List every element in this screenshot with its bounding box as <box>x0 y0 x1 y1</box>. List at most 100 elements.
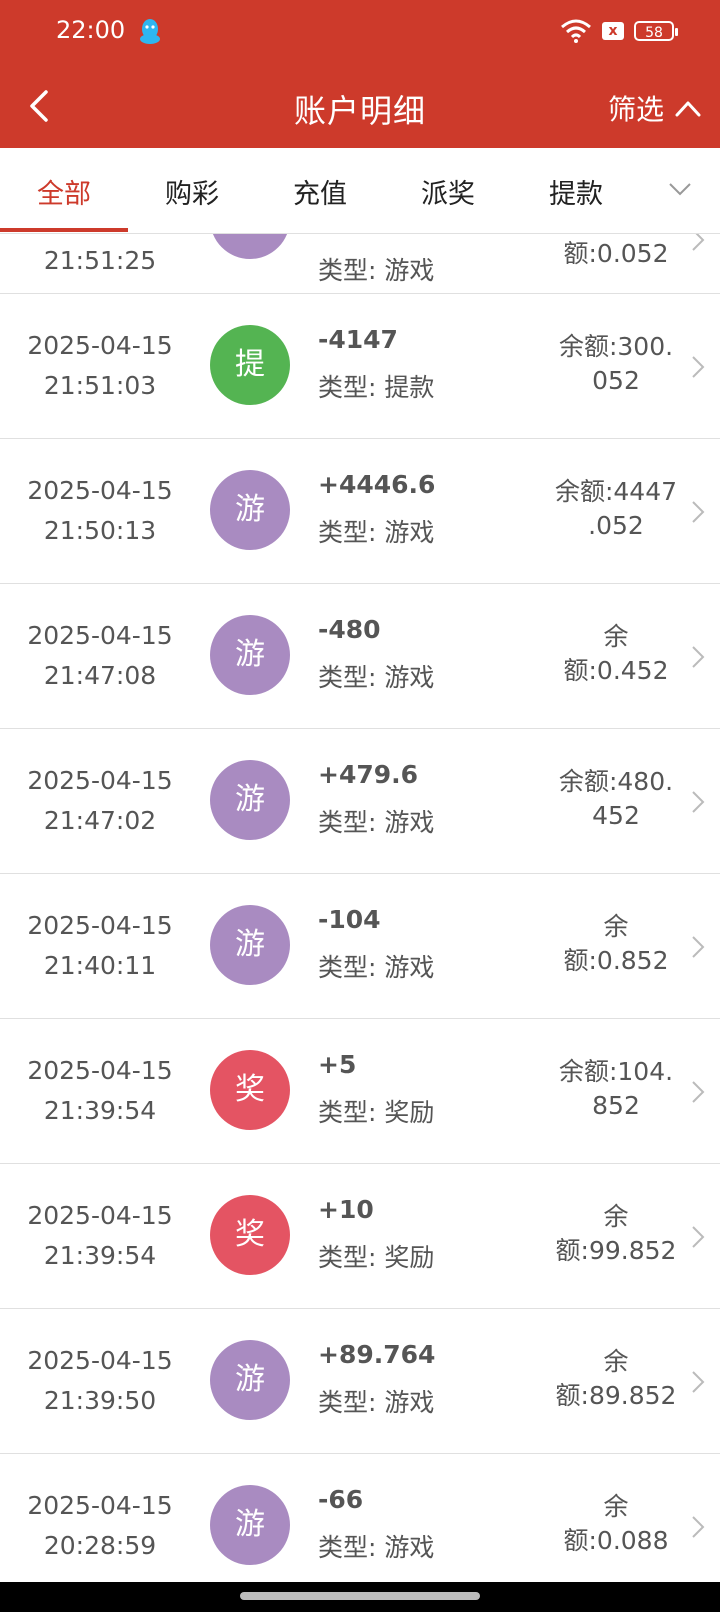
list-item[interactable]: 2025-04-15 21:51:03 提 -4147 类型: 提款 余额:300. 052 <box>0 294 720 439</box>
record-time: 21:47:08 <box>43 661 157 690</box>
game-badge-icon: 游 <box>210 760 290 840</box>
chevron-right-icon <box>692 1371 705 1393</box>
filter-button[interactable]: 筛选 <box>608 88 702 128</box>
record-balance: 余额:0.452 <box>546 620 686 688</box>
balance-line: 852 <box>592 1091 640 1120</box>
record-datetime: 2025-04-15 21:39:54 <box>0 1196 200 1276</box>
balance-line: 452 <box>592 801 640 830</box>
record-type: 类型: 游戏 <box>318 953 435 982</box>
status-bar: 22:00 x 58 <box>0 0 720 64</box>
balance-line: 额:0.088 <box>563 1526 669 1555</box>
game-badge-icon: 游 <box>210 1340 290 1420</box>
record-date: 2025-04-15 <box>27 1201 173 1230</box>
filter-label: 筛选 <box>607 93 664 126</box>
balance-line: 052 <box>592 366 640 395</box>
balance-line: 余额:4447 <box>554 477 678 506</box>
tab-payout[interactable]: 派奖 <box>384 172 512 211</box>
record-time: 21:39:54 <box>43 1096 157 1125</box>
no-sim-icon: x <box>602 22 624 40</box>
battery-icon: 58 <box>634 21 678 41</box>
record-amount: +479.6 <box>318 760 419 789</box>
balance-line: 余 <box>603 622 629 651</box>
active-tab-indicator <box>0 228 128 232</box>
record-time: 21:51:25 <box>43 246 157 275</box>
record-time: 21:47:02 <box>43 806 157 835</box>
balance-line: 余 <box>603 1202 629 1231</box>
record-type: 类型: 提款 <box>318 373 435 402</box>
list-item[interactable]: 2025-04-15 20:28:59 游 -66 类型: 游戏 余额:0.088 <box>0 1454 720 1582</box>
game-badge-icon: 游 <box>210 615 290 695</box>
balance-line: 余 <box>603 1347 629 1376</box>
balance-line: 余额:480. <box>558 767 674 796</box>
tab-all[interactable]: 全部 <box>0 172 128 211</box>
tab-recharge[interactable]: 充值 <box>256 172 384 211</box>
balance-line: 额:0.452 <box>563 656 669 685</box>
record-amount: -4147 <box>318 325 398 354</box>
list-item[interactable]: 2025-04-15 21:50:13 游 +4446.6 类型: 游戏 余额:4447.… <box>0 439 720 584</box>
record-time: 20:28:59 <box>43 1531 157 1560</box>
record-type: 类型: 游戏 <box>318 1533 435 1562</box>
reward-badge-icon: 奖 <box>210 1195 290 1275</box>
balance-line: 余额:300. <box>558 332 674 361</box>
tab-withdraw[interactable]: 提款 <box>512 172 640 211</box>
record-type: 类型: 奖励 <box>318 1098 435 1127</box>
chevron-right-icon <box>692 936 705 958</box>
list-item[interactable]: 21:51:25 游 类型: 游戏 额:0.052 <box>0 234 720 294</box>
game-badge-icon: 游 <box>210 234 290 259</box>
list-item[interactable]: 2025-04-15 21:47:02 游 +479.6 类型: 游戏 余额:480. 45… <box>0 729 720 874</box>
balance-line: 额:89.852 <box>555 1381 677 1410</box>
record-time: 21:39:50 <box>43 1386 157 1415</box>
record-date: 2025-04-15 <box>27 476 173 505</box>
reward-badge-icon: 奖 <box>210 1050 290 1130</box>
chevron-right-icon <box>692 1081 705 1103</box>
record-datetime: 2025-04-15 21:40:11 <box>0 906 200 986</box>
record-time: 21:51:03 <box>43 371 157 400</box>
record-date: 2025-04-15 <box>27 1056 173 1085</box>
balance-line: .052 <box>588 511 644 540</box>
chevron-right-icon <box>692 1516 705 1538</box>
tab-lottery[interactable]: 购彩 <box>128 172 256 211</box>
transaction-list: 21:51:25 游 类型: 游戏 额:0.052 2025-04-15 21:5… <box>0 234 720 1582</box>
game-badge-icon: 游 <box>210 905 290 985</box>
qq-penguin-icon <box>140 19 160 44</box>
record-datetime: 2025-04-15 21:50:13 <box>0 471 200 551</box>
record-date: 2025-04-15 <box>27 1346 173 1375</box>
chevron-right-icon <box>692 501 705 523</box>
record-balance: 余额:480. 452 <box>546 765 686 833</box>
record-amount: -104 <box>318 905 381 934</box>
chevron-right-icon <box>692 1226 705 1248</box>
home-indicator[interactable] <box>240 1592 480 1600</box>
status-time: 22:00 <box>56 16 126 44</box>
nav-bar: 账户明细 筛选 <box>0 64 720 148</box>
record-type: 类型: 游戏 <box>318 256 435 285</box>
balance-line: 余 <box>603 1492 629 1521</box>
list-item[interactable]: 2025-04-15 21:39:54 奖 +5 类型: 奖励 余额:104. 852 <box>0 1019 720 1164</box>
balance-line: 余 <box>603 912 629 941</box>
record-type: 类型: 游戏 <box>318 808 435 837</box>
list-item[interactable]: 2025-04-15 21:39:50 游 +89.764 类型: 游戏 余额:89.85… <box>0 1309 720 1454</box>
system-nav-area <box>0 1582 720 1612</box>
chevron-down-icon[interactable] <box>668 180 692 198</box>
record-balance: 余额:99.852 <box>546 1200 686 1268</box>
list-item[interactable]: 2025-04-15 21:39:54 奖 +10 类型: 奖励 余额:99.852 <box>0 1164 720 1309</box>
record-type: 类型: 游戏 <box>318 1388 435 1417</box>
record-datetime: 2025-04-15 21:47:08 <box>0 616 200 696</box>
record-date: 2025-04-15 <box>27 331 173 360</box>
category-tabs: 全部 购彩 充值 派奖 提款 <box>0 148 720 234</box>
game-badge-icon: 游 <box>210 470 290 550</box>
record-type: 类型: 奖励 <box>318 1243 435 1272</box>
chevron-right-icon <box>692 646 705 668</box>
record-amount: +4446.6 <box>318 470 436 499</box>
game-badge-icon: 游 <box>210 1485 290 1565</box>
balance-line: 额:99.852 <box>555 1236 677 1265</box>
balance-line: 余额:104. <box>558 1057 674 1086</box>
record-datetime: 2025-04-15 21:39:50 <box>0 1341 200 1421</box>
record-balance: 余额:0.088 <box>546 1490 686 1558</box>
list-item[interactable]: 2025-04-15 21:40:11 游 -104 类型: 游戏 余额:0.852 <box>0 874 720 1019</box>
record-date: 2025-04-15 <box>27 1491 173 1520</box>
record-type: 类型: 游戏 <box>318 663 435 692</box>
chevron-up-icon <box>675 101 701 117</box>
chevron-right-icon <box>692 234 705 251</box>
list-item[interactable]: 2025-04-15 21:47:08 游 -480 类型: 游戏 余额:0.452 <box>0 584 720 729</box>
record-balance: 余额:300. 052 <box>546 330 686 398</box>
